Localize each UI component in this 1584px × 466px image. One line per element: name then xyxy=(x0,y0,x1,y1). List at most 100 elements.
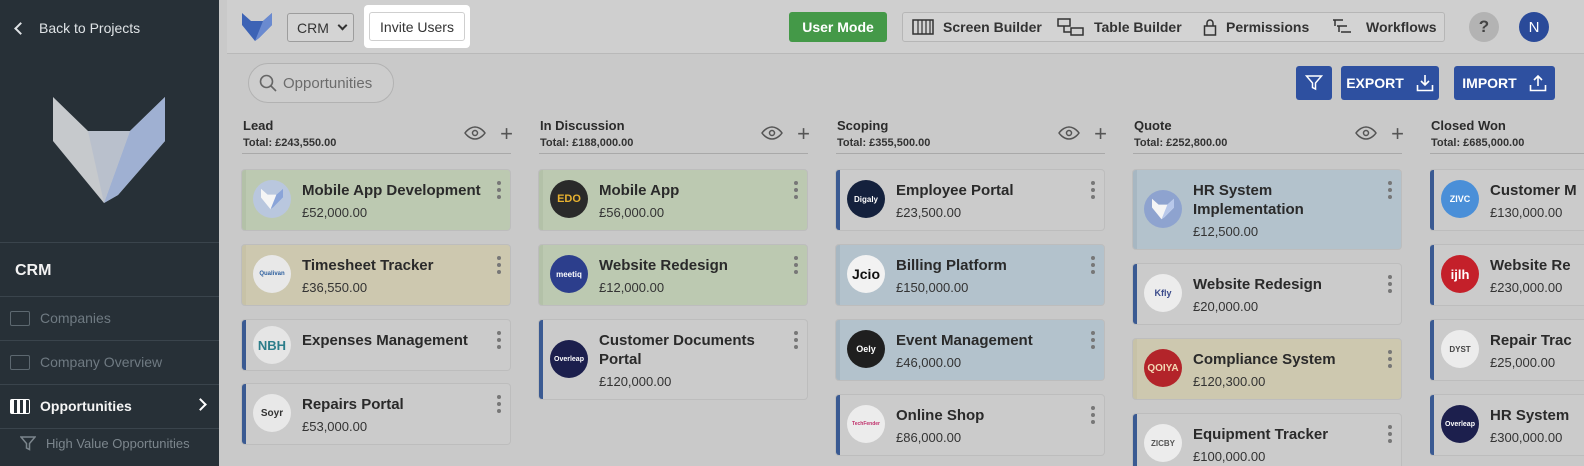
more-options-icon[interactable] xyxy=(1091,406,1095,427)
chevron-left-icon xyxy=(14,21,27,35)
permissions-button[interactable]: Permissions xyxy=(1203,13,1309,41)
card-title: Website Redesign xyxy=(599,257,728,274)
tool-label: Permissions xyxy=(1226,19,1310,35)
divider xyxy=(0,428,219,429)
add-card-button[interactable]: + xyxy=(1391,123,1404,145)
opportunity-card[interactable]: ZICBY Equipment Tracker £100,000.00 xyxy=(1133,414,1401,466)
sidebar-app-title: CRM xyxy=(15,262,52,279)
opportunity-card[interactable]: TechFender Online Shop £86,000.00 xyxy=(836,395,1104,455)
company-logo: Overleap xyxy=(1441,405,1479,443)
card-amount: £100,000.00 xyxy=(1193,449,1266,464)
card-amount: £120,300.00 xyxy=(1193,374,1266,389)
more-options-icon[interactable] xyxy=(497,331,501,352)
company-logo: Jcio xyxy=(847,255,885,293)
card-title: Event Management xyxy=(896,332,1033,349)
import-label: IMPORT xyxy=(1462,75,1517,91)
opportunity-card[interactable]: Oely Event Management £46,000.00 xyxy=(836,320,1104,380)
app-logo xyxy=(48,95,170,210)
opportunity-card[interactable]: NBH Expenses Management xyxy=(242,320,510,370)
column-header: Quote Total: £252,800.00 + xyxy=(1133,116,1404,154)
more-options-icon[interactable] xyxy=(794,181,798,202)
company-logo: QOIYA xyxy=(1144,349,1182,387)
user-avatar[interactable]: N xyxy=(1519,12,1549,42)
column-total: Total: £243,550.00 xyxy=(243,137,337,149)
opportunity-card[interactable]: Qualivan Timesheet Tracker £36,550.00 xyxy=(242,245,510,305)
download-icon xyxy=(1416,75,1434,92)
opportunity-card[interactable]: Overleap Customer Documents Portal £120,… xyxy=(539,320,807,399)
chevron-down-icon xyxy=(337,20,348,31)
sidebar-subitem-high-value[interactable]: High Value Opportunities xyxy=(20,436,190,451)
more-options-icon[interactable] xyxy=(1091,181,1095,202)
opportunity-card[interactable]: Kfly Website Redesign £20,000.00 xyxy=(1133,264,1401,324)
opportunity-card[interactable]: Soyr Repairs Portal £53,000.00 xyxy=(242,384,510,444)
eye-icon[interactable] xyxy=(761,126,783,145)
search-input[interactable] xyxy=(283,74,393,92)
app-select-value: CRM xyxy=(297,19,329,36)
opportunity-card[interactable]: EDO Mobile App £56,000.00 xyxy=(539,170,807,230)
sidebar-item-companies[interactable]: Companies xyxy=(0,296,219,340)
opportunity-card[interactable]: QOIYA Compliance System £120,300.00 xyxy=(1133,339,1401,399)
chevron-right-icon xyxy=(194,398,207,411)
company-logo: ijlh xyxy=(1441,255,1479,293)
opportunity-card[interactable]: Mobile App Development £52,000.00 xyxy=(242,170,510,230)
more-options-icon[interactable] xyxy=(497,181,501,202)
eye-icon[interactable] xyxy=(1058,126,1080,145)
app-logo-small[interactable] xyxy=(241,12,273,47)
column-title: Lead xyxy=(243,118,274,133)
eye-icon[interactable] xyxy=(464,126,486,145)
add-card-button[interactable]: + xyxy=(500,123,513,145)
invite-users-button[interactable]: Invite Users xyxy=(369,12,465,41)
more-options-icon[interactable] xyxy=(497,395,501,416)
back-to-projects-link[interactable]: Back to Projects xyxy=(14,18,140,38)
company-logo xyxy=(1144,190,1182,228)
kanban-icon xyxy=(10,398,30,414)
card-title: Employee Portal xyxy=(896,182,1014,199)
sidebar-item-label: Companies xyxy=(40,310,111,326)
add-card-button[interactable]: + xyxy=(797,123,810,145)
import-button[interactable]: IMPORT xyxy=(1454,66,1555,100)
export-button[interactable]: EXPORT xyxy=(1341,66,1439,100)
card-amount: £12,000.00 xyxy=(599,280,665,295)
more-options-icon[interactable] xyxy=(1091,331,1095,352)
app-select[interactable]: CRM xyxy=(287,13,354,42)
opportunity-card[interactable]: ZIVC Customer M £130,000.00 xyxy=(1430,170,1584,230)
workflows-button[interactable]: Workflows xyxy=(1331,13,1437,41)
opportunity-card[interactable]: DYST Repair Trac £25,000.00 xyxy=(1430,320,1584,380)
top-bar: CRM Invite Users User Mode Screen Builde… xyxy=(227,0,1584,54)
eye-icon[interactable] xyxy=(1355,126,1377,145)
opportunity-card[interactable]: Jcio Billing Platform £150,000.00 xyxy=(836,245,1104,305)
column-header: Closed Won Total: £685,000.00 xyxy=(1430,116,1584,154)
add-card-button[interactable]: + xyxy=(1094,123,1107,145)
sidebar-subitem-label: High Value Opportunities xyxy=(46,436,190,451)
more-options-icon[interactable] xyxy=(1388,425,1392,446)
more-options-icon[interactable] xyxy=(1091,256,1095,277)
opportunity-card[interactable]: meetiq Website Redesign £12,000.00 xyxy=(539,245,807,305)
card-title: HR System Implementation xyxy=(1193,182,1304,218)
search-box[interactable] xyxy=(248,63,394,103)
more-options-icon[interactable] xyxy=(1388,181,1392,202)
opportunity-card[interactable]: Overleap HR System £300,000.00 xyxy=(1430,395,1584,455)
company-logo: ZICBY xyxy=(1144,424,1182,462)
table-builder-button[interactable]: Table Builder xyxy=(1057,13,1182,41)
opportunity-card[interactable]: ijlh Website Re £230,000.00 xyxy=(1430,245,1584,305)
opportunity-card[interactable]: Digaly Employee Portal £23,500.00 xyxy=(836,170,1104,230)
filter-button[interactable] xyxy=(1296,66,1332,100)
column-title: Scoping xyxy=(837,118,889,133)
company-logo: Overleap xyxy=(550,340,588,378)
more-options-icon[interactable] xyxy=(497,256,501,277)
card-amount: £20,000.00 xyxy=(1193,299,1259,314)
help-button[interactable]: ? xyxy=(1469,12,1499,42)
card-amount: £86,000.00 xyxy=(896,430,962,445)
more-options-icon[interactable] xyxy=(794,331,798,352)
user-mode-button[interactable]: User Mode xyxy=(789,12,887,42)
more-options-icon[interactable] xyxy=(1388,350,1392,371)
sidebar-item-company-overview[interactable]: Company Overview xyxy=(0,340,219,384)
sidebar-item-opportunities[interactable]: Opportunities xyxy=(0,384,219,428)
opportunity-card[interactable]: HR System Implementation £12,500.00 xyxy=(1133,170,1401,249)
more-options-icon[interactable] xyxy=(794,256,798,277)
card-title: Website Re xyxy=(1490,257,1571,274)
screen-builder-button[interactable]: Screen Builder xyxy=(912,13,1042,41)
column-title: Closed Won xyxy=(1431,118,1506,133)
card-amount: £53,000.00 xyxy=(302,419,368,434)
more-options-icon[interactable] xyxy=(1388,275,1392,296)
